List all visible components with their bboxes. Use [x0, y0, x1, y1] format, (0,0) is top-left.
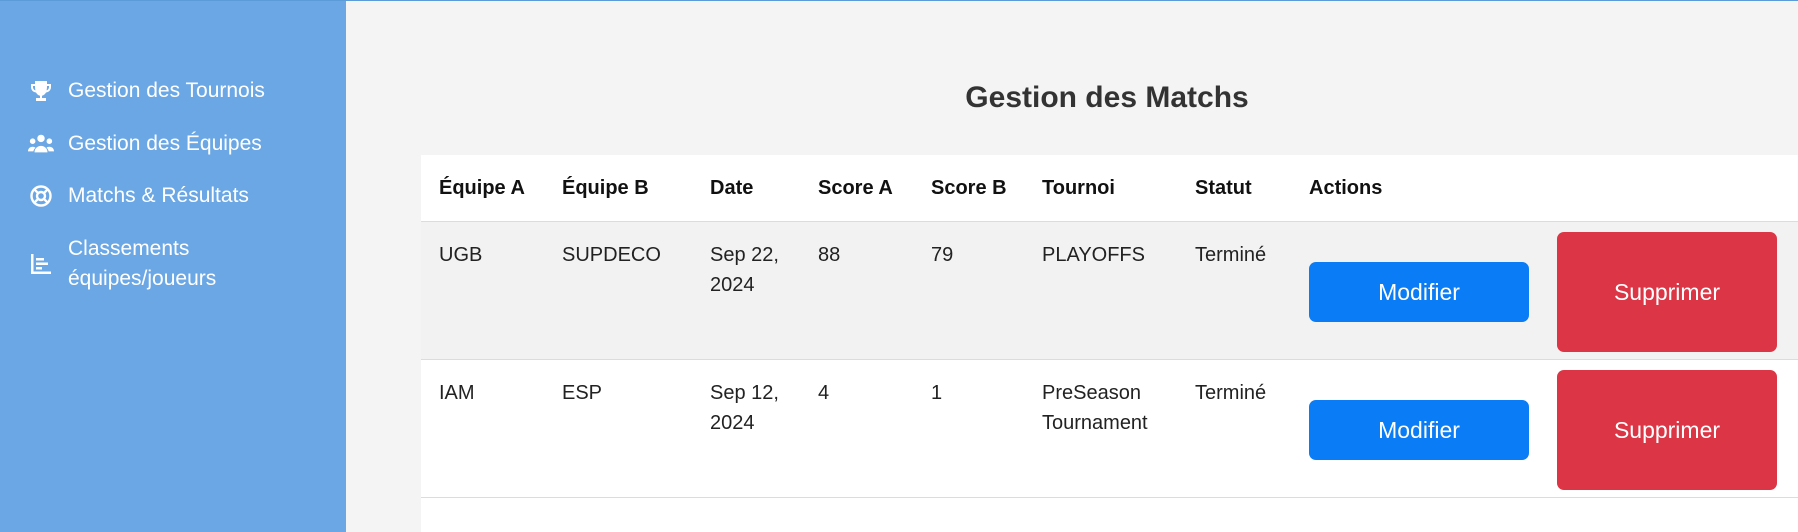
header-score-a: Score A — [800, 155, 913, 222]
cell-tournament: PLAYOFFS — [1024, 221, 1177, 360]
header-equipe-a: Équipe A — [421, 155, 544, 222]
header-tournoi: Tournoi — [1024, 155, 1177, 222]
users-icon — [28, 129, 54, 159]
delete-button[interactable]: Supprimer — [1557, 232, 1777, 352]
header-score-b: Score B — [913, 155, 1024, 222]
cell-actions: Modifier Supprimer — [1291, 221, 1798, 360]
basketball-icon — [28, 181, 54, 211]
trophy-icon — [28, 76, 54, 106]
cell-score-b: 79 — [913, 221, 1024, 360]
header-date: Date — [692, 155, 800, 222]
cell-tournament: PreSeason Tournament — [1024, 359, 1177, 498]
edit-button[interactable]: Modifier — [1309, 400, 1529, 460]
sidebar-item-label: Matchs & Résultats — [68, 184, 249, 207]
sidebar-item-label: Gestion des Équipes — [68, 132, 262, 155]
cell-status: Terminé — [1177, 359, 1291, 498]
cell-date: Sep 22, 2024 — [692, 221, 800, 360]
cell-team-b: ESP — [544, 359, 692, 498]
table-row: IAM ESP Sep 12, 2024 4 1 PreSeason Tourn… — [421, 359, 1798, 498]
matches-table: Équipe A Équipe B Date Score A Score B T… — [421, 155, 1798, 532]
cell-team-b: SUPDECO — [544, 221, 692, 360]
table-row: UGB SUPDECO Sep 22, 2024 88 79 PLAYOFFS … — [421, 221, 1798, 360]
sidebar-item-label: Classements équipes/joueurs — [68, 237, 217, 290]
header-statut: Statut — [1177, 155, 1291, 222]
edit-button[interactable]: Modifier — [1309, 262, 1529, 322]
delete-button[interactable]: Supprimer — [1557, 370, 1777, 490]
cell-actions: Modifier Supprimer — [1291, 359, 1798, 498]
header-equipe-b: Équipe B — [544, 155, 692, 222]
cell-team-a: IAM — [421, 359, 544, 498]
cell-date: Sep 12, 2024 — [692, 359, 800, 498]
cell-status: Terminé — [1177, 221, 1291, 360]
sidebar-item-equipes[interactable]: Gestion des Équipes — [28, 129, 262, 159]
sidebar-item-matchs[interactable]: Matchs & Résultats — [28, 181, 249, 211]
cell-score-a: 4 — [800, 359, 913, 498]
sidebar-item-label: Gestion des Tournois — [68, 79, 265, 102]
sidebar-item-classements[interactable]: Classements équipes/joueurs — [28, 234, 268, 294]
cell-score-a: 88 — [800, 221, 913, 360]
sidebar-item-tournois[interactable]: Gestion des Tournois — [28, 76, 265, 106]
cell-team-a: UGB — [421, 221, 544, 360]
page-title: Gestion des Matchs — [965, 81, 1249, 114]
sidebar: Gestion des Tournois Gestion des Équipes… — [0, 1, 346, 532]
chart-bar-icon — [28, 234, 54, 294]
header-actions: Actions — [1291, 155, 1798, 222]
table-header-row: Équipe A Équipe B Date Score A Score B T… — [421, 155, 1798, 222]
cell-score-b: 1 — [913, 359, 1024, 498]
